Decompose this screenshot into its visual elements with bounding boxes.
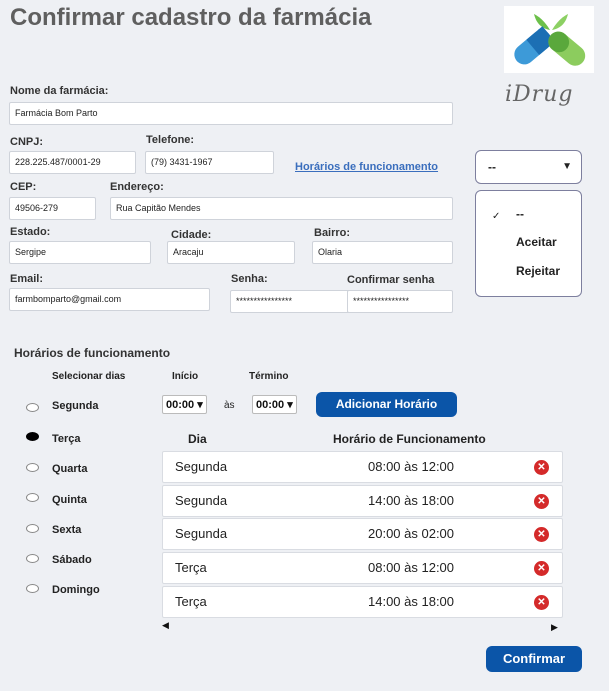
row-day: Segunda bbox=[175, 493, 228, 508]
email-field[interactable]: farmbomparto@gmail.com bbox=[9, 288, 210, 311]
start-label: Início bbox=[172, 371, 199, 382]
schedule-title: Horários de funcionamento bbox=[14, 346, 171, 360]
check-icon: ✓ bbox=[492, 211, 501, 222]
header-horario: Horário de Funcionamento bbox=[333, 432, 486, 446]
table-row: Segunda 20:00 às 02:00 ✕ bbox=[162, 518, 563, 550]
confirmar-button[interactable]: Confirmar bbox=[486, 646, 582, 672]
confirmar-senha-field[interactable]: **************** bbox=[347, 290, 453, 313]
idrug-logo bbox=[504, 6, 594, 73]
row-day: Segunda bbox=[175, 459, 228, 474]
day-label-segunda: Segunda bbox=[52, 400, 99, 412]
radio-quarta[interactable] bbox=[26, 463, 39, 472]
telefone-label: Telefone: bbox=[146, 134, 195, 146]
confirmar-senha-label: Confirmar senha bbox=[347, 274, 435, 286]
radio-domingo[interactable] bbox=[26, 584, 39, 593]
nome-label: Nome da farmácia: bbox=[10, 85, 109, 97]
cep-field[interactable]: 49506-279 bbox=[9, 197, 96, 220]
delete-icon[interactable]: ✕ bbox=[534, 460, 549, 475]
day-label-quarta: Quarta bbox=[52, 463, 88, 475]
menu-item-rejeitar[interactable]: Rejeitar bbox=[516, 264, 560, 278]
table-row: Terça 14:00 às 18:00 ✕ bbox=[162, 586, 563, 618]
delete-icon[interactable]: ✕ bbox=[534, 494, 549, 509]
between-label: às bbox=[224, 400, 235, 411]
cnpj-field[interactable]: 228.225.487/0001-29 bbox=[9, 151, 136, 174]
menu-item-none[interactable]: -- bbox=[516, 207, 524, 221]
day-label-quinta: Quinta bbox=[52, 494, 87, 506]
radio-quinta[interactable] bbox=[26, 493, 39, 502]
row-day: Segunda bbox=[175, 526, 228, 541]
radio-segunda[interactable] bbox=[26, 403, 39, 412]
row-hours: 08:00 às 12:00 bbox=[368, 459, 455, 474]
row-day: Terça bbox=[175, 560, 207, 575]
scroll-right-icon[interactable]: ▶ bbox=[551, 622, 558, 633]
start-time-select[interactable]: 00:00 ▾ bbox=[162, 395, 207, 414]
row-hours: 20:00 às 02:00 bbox=[368, 526, 455, 541]
day-label-terca: Terça bbox=[52, 433, 81, 445]
select-days-label: Selecionar dias bbox=[52, 371, 126, 382]
header-dia: Dia bbox=[188, 432, 207, 446]
nome-field[interactable]: Farmácia Bom Parto bbox=[9, 102, 453, 125]
cep-label: CEP: bbox=[10, 181, 37, 193]
status-select-value: -- bbox=[488, 160, 496, 174]
estado-label: Estado: bbox=[10, 226, 51, 238]
endereco-field[interactable]: Rua Capitão Mendes bbox=[110, 197, 453, 220]
end-time-select[interactable]: 00:00 ▾ bbox=[252, 395, 297, 414]
pill-logo-icon bbox=[514, 14, 586, 66]
day-label-sabado: Sábado bbox=[52, 554, 92, 566]
senha-label: Senha: bbox=[231, 273, 268, 285]
row-hours: 14:00 às 18:00 bbox=[368, 493, 455, 508]
cnpj-label: CNPJ: bbox=[10, 136, 44, 148]
email-label: Email: bbox=[10, 273, 44, 285]
status-menu: ✓ -- Aceitar Rejeitar bbox=[475, 190, 582, 297]
cidade-label: Cidade: bbox=[171, 229, 212, 241]
bairro-field[interactable]: Olaria bbox=[312, 241, 453, 264]
radio-sabado[interactable] bbox=[26, 554, 39, 563]
page-title: Confirmar cadastro da farmácia bbox=[10, 4, 372, 31]
chevron-down-icon: ▼ bbox=[562, 161, 572, 172]
row-hours: 08:00 às 12:00 bbox=[368, 560, 455, 575]
horarios-link[interactable]: Horários de funcionamento bbox=[295, 161, 438, 173]
table-row: Segunda 08:00 às 12:00 ✕ bbox=[162, 451, 563, 483]
estado-field[interactable]: Sergipe bbox=[9, 241, 151, 264]
bairro-label: Bairro: bbox=[314, 227, 351, 239]
endereco-label: Endereço: bbox=[110, 181, 164, 193]
row-hours: 14:00 às 18:00 bbox=[368, 594, 455, 609]
menu-item-aceitar[interactable]: Aceitar bbox=[516, 235, 557, 249]
day-label-sexta: Sexta bbox=[52, 524, 82, 536]
add-horario-button[interactable]: Adicionar Horário bbox=[316, 392, 457, 417]
row-day: Terça bbox=[175, 594, 207, 609]
brand-name: iDrug bbox=[505, 82, 574, 107]
radio-terca[interactable] bbox=[26, 432, 39, 441]
day-label-domingo: Domingo bbox=[52, 584, 100, 596]
status-select[interactable]: -- ▼ bbox=[475, 150, 582, 184]
senha-field[interactable]: **************** bbox=[230, 290, 364, 313]
table-row: Segunda 14:00 às 18:00 ✕ bbox=[162, 485, 563, 517]
end-label: Término bbox=[249, 371, 289, 382]
cidade-field[interactable]: Aracaju bbox=[167, 241, 295, 264]
scroll-left-icon[interactable]: ◀ bbox=[162, 620, 169, 631]
delete-icon[interactable]: ✕ bbox=[534, 527, 549, 542]
table-row: Terça 08:00 às 12:00 ✕ bbox=[162, 552, 563, 584]
delete-icon[interactable]: ✕ bbox=[534, 595, 549, 610]
radio-sexta[interactable] bbox=[26, 524, 39, 533]
telefone-field[interactable]: (79) 3431-1967 bbox=[145, 151, 274, 174]
delete-icon[interactable]: ✕ bbox=[534, 561, 549, 576]
